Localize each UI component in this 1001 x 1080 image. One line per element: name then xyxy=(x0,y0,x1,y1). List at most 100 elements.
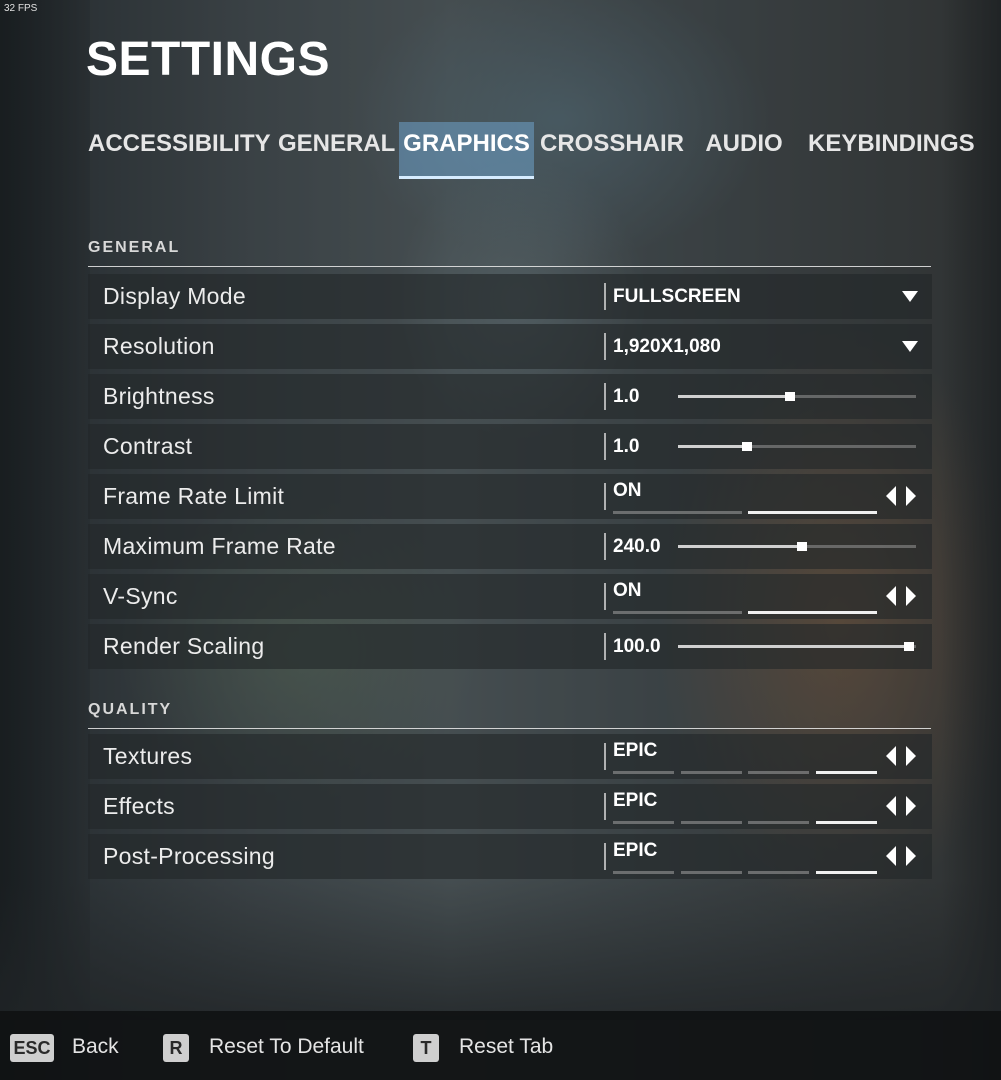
setting-label: Frame Rate Limit xyxy=(103,483,285,509)
slider-thumb[interactable] xyxy=(742,442,752,451)
option-value: EPIC xyxy=(613,740,658,761)
setting-row-maximum-frame-rate[interactable]: Maximum Frame Rate 240.0 xyxy=(88,524,932,569)
option-segment xyxy=(748,611,877,614)
setting-label: V-Sync xyxy=(103,583,178,609)
tab-general[interactable]: GENERAL xyxy=(278,122,395,179)
arrow-right-icon[interactable] xyxy=(906,586,916,606)
setting-row-display-mode[interactable]: Display Mode FULLSCREEN xyxy=(88,274,932,319)
divider xyxy=(604,633,606,660)
section-divider xyxy=(88,266,931,267)
max-frame-rate-slider[interactable] xyxy=(678,542,916,551)
contrast-slider[interactable] xyxy=(678,442,916,451)
option-segment xyxy=(748,821,809,824)
section-quality-label: QUALITY xyxy=(88,701,173,718)
option-segment xyxy=(816,821,877,824)
option-segment xyxy=(613,771,674,774)
setting-row-frame-rate-limit[interactable]: Frame Rate Limit ON xyxy=(88,474,932,519)
arrow-left-icon[interactable] xyxy=(886,486,896,506)
option-arrows xyxy=(886,586,918,608)
dropdown-value[interactable]: 1,920X1,080 xyxy=(613,324,721,369)
setting-label: Display Mode xyxy=(103,283,246,309)
option-arrows xyxy=(886,846,918,868)
dropdown-value[interactable]: FULLSCREEN xyxy=(613,274,741,319)
option-segment xyxy=(613,511,742,514)
slider-thumb[interactable] xyxy=(904,642,914,651)
option-value: EPIC xyxy=(613,790,658,811)
divider xyxy=(604,483,606,510)
setting-row-brightness[interactable]: Brightness 1.0 xyxy=(88,374,932,419)
dropdown-arrow-icon[interactable] xyxy=(902,341,918,352)
option-segment xyxy=(748,871,809,874)
slider-value: 1.0 xyxy=(613,386,640,407)
brightness-slider[interactable] xyxy=(678,392,916,401)
arrow-left-icon[interactable] xyxy=(886,846,896,866)
section-divider xyxy=(88,728,931,729)
option-segment xyxy=(748,511,877,514)
option-arrows xyxy=(886,796,918,818)
option-segment xyxy=(681,871,742,874)
arrow-left-icon[interactable] xyxy=(886,796,896,816)
tab-accessibility[interactable]: ACCESSIBILITY xyxy=(88,122,271,179)
setting-row-v-sync[interactable]: V-Sync ON xyxy=(88,574,932,619)
arrow-left-icon[interactable] xyxy=(886,746,896,766)
tab-keybindings[interactable]: KEYBINDINGS xyxy=(808,122,975,179)
arrow-left-icon[interactable] xyxy=(886,586,896,606)
slider-fill xyxy=(678,645,909,648)
setting-row-render-scaling[interactable]: Render Scaling 100.0 xyxy=(88,624,932,669)
tab-audio[interactable]: AUDIO xyxy=(696,122,792,179)
reset-to-default-button[interactable]: Reset To Default xyxy=(209,1032,364,1062)
setting-row-post-processing[interactable]: Post-Processing EPIC xyxy=(88,834,932,879)
setting-label: Effects xyxy=(103,793,175,819)
option-segment xyxy=(748,771,809,774)
reset-tab-button[interactable]: Reset Tab xyxy=(459,1032,553,1062)
option-segment xyxy=(613,821,674,824)
r-key-icon: R xyxy=(163,1034,189,1062)
slider-thumb[interactable] xyxy=(785,392,795,401)
divider xyxy=(604,433,606,460)
option-segment xyxy=(681,771,742,774)
arrow-right-icon[interactable] xyxy=(906,846,916,866)
option-value: EPIC xyxy=(613,840,658,861)
setting-label: Maximum Frame Rate xyxy=(103,533,336,559)
tab-graphics[interactable]: GRAPHICS xyxy=(399,122,534,179)
dropdown-arrow-icon[interactable] xyxy=(902,291,918,302)
slider-value: 100.0 xyxy=(613,636,661,657)
slider-thumb[interactable] xyxy=(797,542,807,551)
slider-fill xyxy=(678,545,802,548)
back-button[interactable]: Back xyxy=(72,1032,119,1062)
esc-key-icon: ESC xyxy=(10,1034,54,1062)
setting-label: Post-Processing xyxy=(103,843,275,869)
setting-row-resolution[interactable]: Resolution 1,920X1,080 xyxy=(88,324,932,369)
divider xyxy=(604,283,606,310)
option-segment xyxy=(613,611,742,614)
option-segment xyxy=(816,871,877,874)
slider-value: 1.0 xyxy=(613,436,640,457)
setting-label: Resolution xyxy=(103,333,215,359)
setting-label: Render Scaling xyxy=(103,633,265,659)
page-title: SETTINGS xyxy=(86,33,331,86)
render-scaling-slider[interactable] xyxy=(678,642,916,651)
setting-row-contrast[interactable]: Contrast 1.0 xyxy=(88,424,932,469)
option-value: ON xyxy=(613,480,642,501)
footer-bar: ESC Back R Reset To Default T Reset Tab xyxy=(0,1011,1001,1080)
slider-fill xyxy=(678,445,747,448)
tab-crosshair[interactable]: CROSSHAIR xyxy=(540,122,684,179)
setting-row-effects[interactable]: Effects EPIC xyxy=(88,784,932,829)
option-segment xyxy=(613,871,674,874)
slider-fill xyxy=(678,395,790,398)
divider xyxy=(604,533,606,560)
option-segment xyxy=(681,821,742,824)
setting-label: Contrast xyxy=(103,433,193,459)
arrow-right-icon[interactable] xyxy=(906,746,916,766)
option-segment xyxy=(816,771,877,774)
setting-row-textures[interactable]: Textures EPIC xyxy=(88,734,932,779)
divider xyxy=(604,583,606,610)
divider xyxy=(604,383,606,410)
divider xyxy=(604,743,606,770)
setting-label: Textures xyxy=(103,743,193,769)
divider xyxy=(604,843,606,870)
slider-value: 240.0 xyxy=(613,536,661,557)
arrow-right-icon[interactable] xyxy=(906,486,916,506)
setting-label: Brightness xyxy=(103,383,215,409)
arrow-right-icon[interactable] xyxy=(906,796,916,816)
